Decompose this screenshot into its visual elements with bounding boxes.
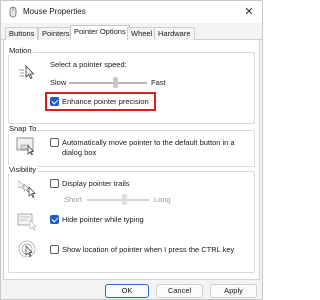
display-trails-label: Display pointer trails: [62, 179, 130, 188]
snap-to-label-line1: Automatically move pointer to the defaul…: [62, 138, 235, 147]
motion-group-label: Motion: [8, 46, 33, 55]
ok-button[interactable]: OK: [105, 284, 149, 298]
snap-to-group: [8, 130, 255, 167]
pointer-speed-slider[interactable]: [69, 82, 147, 84]
tab-pointers[interactable]: Pointers: [38, 27, 74, 40]
trail-length-slider-thumb[interactable]: [121, 194, 127, 205]
pointer-options-panel: Motion Select a pointer speed: Slow Fast…: [3, 40, 260, 280]
pointer-trails-icon: [18, 180, 36, 198]
snap-to-label-line2: dialog box: [62, 148, 97, 157]
tab-buttons[interactable]: Buttons: [5, 27, 39, 40]
window-title: Mouse Properties: [23, 7, 86, 16]
hide-pointer-label: Hide pointer while typing: [62, 215, 144, 224]
visibility-group-label: Visibility: [8, 165, 37, 174]
tab-wheel[interactable]: Wheel: [127, 27, 157, 40]
apply-button[interactable]: Apply: [210, 284, 257, 298]
trail-length-slider[interactable]: [87, 199, 149, 201]
highlight-box: [45, 92, 156, 111]
mouse-icon: [9, 6, 17, 18]
tab-strip: Buttons Pointers Pointer Options Wheel H…: [1, 25, 262, 40]
tab-hardware[interactable]: Hardware: [154, 27, 195, 40]
long-label: Long: [154, 195, 171, 204]
pointer-speed-prompt: Select a pointer speed:: [50, 60, 127, 69]
pointer-speed-icon: [19, 64, 35, 80]
slow-label: Slow: [50, 78, 67, 87]
show-location-checkbox[interactable]: [50, 245, 59, 254]
show-location-icon: [18, 240, 36, 258]
show-location-label: Show location of pointer when I press th…: [62, 245, 235, 254]
cancel-button[interactable]: Cancel: [156, 284, 203, 298]
motion-group: [8, 52, 255, 124]
display-trails-checkbox[interactable]: [50, 179, 59, 188]
fast-label: Fast: [151, 78, 166, 87]
pointer-speed-slider-thumb[interactable]: [113, 77, 119, 88]
tab-pointer-options[interactable]: Pointer Options: [70, 25, 130, 40]
short-label: Short: [64, 195, 82, 204]
snap-to-group-label: Snap To: [8, 124, 38, 133]
close-icon[interactable]: ✕: [242, 5, 256, 19]
title-bar: Mouse Properties ✕: [1, 1, 262, 23]
hide-pointer-checkbox[interactable]: [50, 215, 59, 224]
hide-pointer-icon: [17, 213, 37, 231]
snap-to-icon: [16, 137, 35, 155]
mouse-properties-window: Mouse Properties ✕ Buttons Pointers Poin…: [0, 0, 263, 300]
snap-to-checkbox[interactable]: [50, 138, 59, 147]
